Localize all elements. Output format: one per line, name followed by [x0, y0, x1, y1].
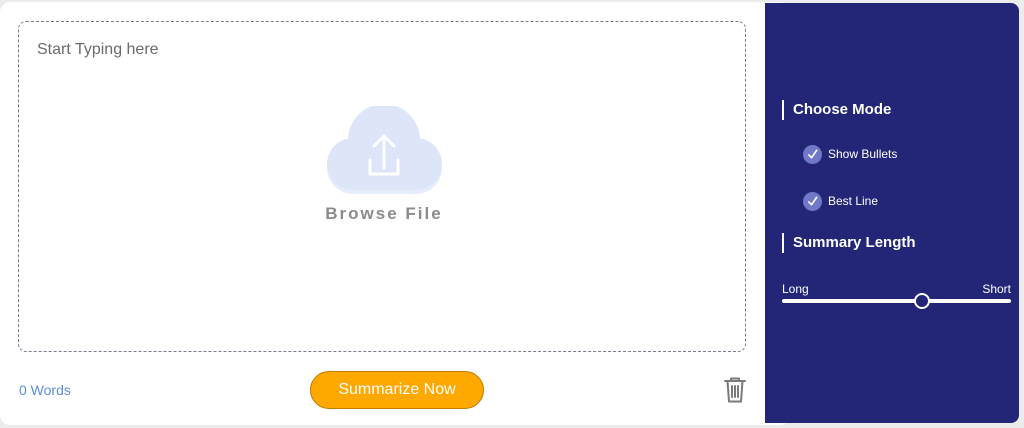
cloud-upload-icon: [327, 106, 442, 194]
show-bullets-label: Show Bullets: [828, 147, 898, 161]
delete-button[interactable]: [722, 376, 748, 404]
slider-thumb[interactable]: [914, 293, 930, 309]
checkmark-icon[interactable]: [803, 144, 822, 164]
summarizer-app: Start Typing here Browse File 0 Words Su…: [0, 0, 1024, 428]
summary-length-slider[interactable]: [782, 291, 1011, 311]
text-editor[interactable]: Start Typing here Browse File: [18, 21, 746, 352]
best-line-label: Best Line: [828, 194, 879, 208]
show-bullets-option[interactable]: Show Bullets: [803, 144, 897, 164]
choose-mode-title: Choose Mode: [782, 100, 891, 120]
browse-file-button[interactable]: Browse File: [316, 106, 452, 236]
summary-length-title: Summary Length: [782, 233, 916, 253]
settings-sidebar: Choose Mode Show Bullets Best Line Summa…: [765, 3, 1019, 423]
summarize-now-button[interactable]: Summarize Now: [310, 371, 484, 409]
checkmark-icon[interactable]: [803, 191, 822, 211]
slider-track[interactable]: [782, 299, 1011, 303]
trash-icon: [724, 377, 746, 403]
browse-file-label: Browse File: [325, 204, 443, 223]
editor-placeholder: Start Typing here: [37, 41, 159, 58]
best-line-option[interactable]: Best Line: [803, 191, 878, 211]
input-panel: Start Typing here Browse File 0 Words Su…: [0, 2, 790, 425]
word-count: 0 Words: [19, 382, 71, 398]
